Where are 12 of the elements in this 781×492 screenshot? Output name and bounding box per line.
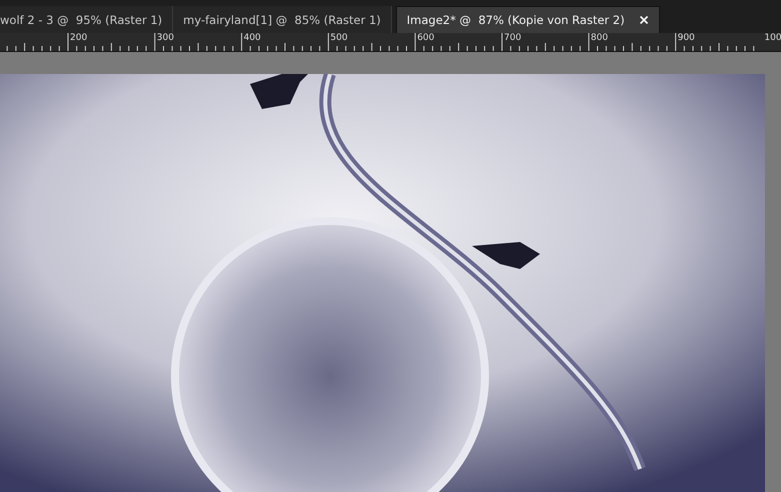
ruler-label: 400 bbox=[244, 33, 261, 44]
ruler-label: 900 bbox=[678, 33, 695, 44]
ruler-label: 800 bbox=[590, 33, 608, 44]
document-tab[interactable]: Image2* @ 87% (Kopie von Raster 2) bbox=[396, 6, 660, 33]
ruler-label: 200 bbox=[70, 33, 88, 44]
ruler-label: 500 bbox=[330, 33, 348, 44]
document-tab[interactable]: my-fairyland[1] @ 85% (Raster 1) bbox=[173, 6, 392, 33]
ruler-label: 600 bbox=[417, 33, 434, 44]
ruler-label: 700 bbox=[504, 33, 522, 44]
document-tab[interactable]: wolf 2 - 3 @ 95% (Raster 1) bbox=[0, 6, 174, 33]
ruler-label: 300 bbox=[156, 33, 174, 44]
ruler-label: 100 bbox=[764, 33, 781, 44]
